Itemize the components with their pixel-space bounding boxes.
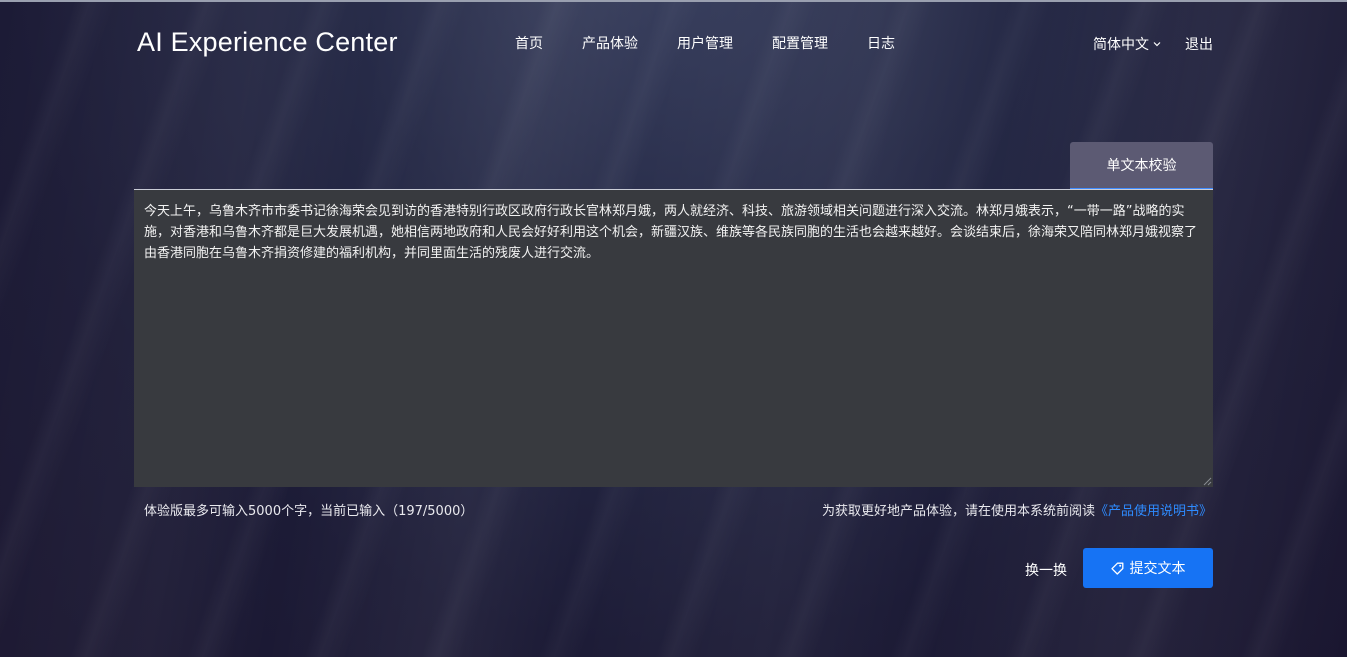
logout-button[interactable]: 退出 <box>1185 34 1213 54</box>
manual-hint: 为获取更好地产品体验，请在使用本系统前阅读《产品使用说明书》 <box>822 500 1212 519</box>
submit-label: 提交文本 <box>1129 561 1186 577</box>
chevron-down-icon <box>1153 42 1161 47</box>
resize-grip-icon[interactable] <box>1203 477 1212 486</box>
nav-item-logs[interactable]: 日志 <box>867 33 895 53</box>
language-selector[interactable]: 简体中文 <box>1093 34 1162 54</box>
language-label: 简体中文 <box>1093 37 1149 53</box>
nav-item-config-management[interactable]: 配置管理 <box>772 33 828 53</box>
manual-link[interactable]: 《产品使用说明书》 <box>1095 504 1212 519</box>
tab-single-text-check[interactable]: 单文本校验 <box>1070 142 1213 190</box>
nav-item-home[interactable]: 首页 <box>515 33 543 53</box>
submit-text-button[interactable]: 提交文本 <box>1083 548 1213 588</box>
nav-item-user-management[interactable]: 用户管理 <box>677 33 733 53</box>
main-nav: 首页 产品体验 用户管理 配置管理 日志 <box>515 33 934 53</box>
text-input-area[interactable]: 今天上午，乌鲁木齐市市委书记徐海荣会见到访的香港特别行政区政府行政长官林郑月娥，… <box>134 190 1213 487</box>
manual-hint-text: 为获取更好地产品体验，请在使用本系统前阅读 <box>821 504 1095 519</box>
nav-item-product-experience[interactable]: 产品体验 <box>582 33 638 53</box>
app-logo: AI Experience Center <box>137 27 398 57</box>
character-counter: 体验版最多可输入5000个字，当前已输入（197/5000） <box>144 504 474 519</box>
tag-icon <box>1110 562 1123 575</box>
window-top-edge <box>0 0 1347 2</box>
swap-button[interactable]: 换一换 <box>1025 560 1067 580</box>
